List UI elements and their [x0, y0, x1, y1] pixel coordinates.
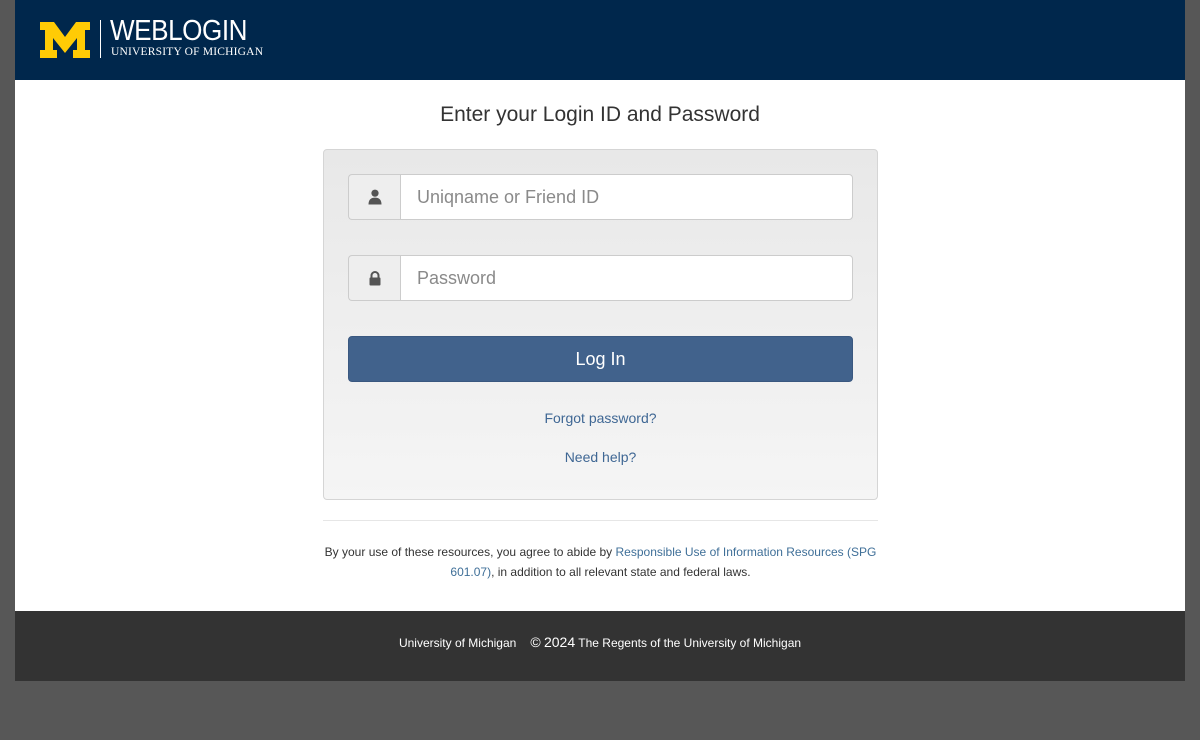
copyright-year: 2024 — [543, 634, 576, 650]
usage-disclaimer: By your use of these resources, you agre… — [323, 542, 878, 582]
copyright-holder: The Regents of the University of Michiga… — [578, 636, 802, 650]
brand-subtitle: UNIVERSITY OF MICHIGAN — [111, 46, 264, 58]
login-button[interactable]: Log In — [348, 336, 853, 382]
footer-institution: University of Michigan — [398, 636, 517, 650]
lock-icon — [369, 270, 380, 285]
password-input-group — [348, 255, 853, 301]
login-page: WEBLOGIN UNIVERSITY OF MICHIGAN Enter yo… — [15, 0, 1185, 681]
divider — [323, 520, 878, 521]
disclaimer-prefix: By your use of these resources, you agre… — [324, 545, 616, 559]
password-addon — [348, 255, 400, 301]
user-icon — [368, 189, 381, 205]
login-form-panel: Log In Forgot password? Need help? — [323, 149, 878, 500]
copyright-symbol: © — [530, 634, 541, 650]
site-header: WEBLOGIN UNIVERSITY OF MICHIGAN — [15, 0, 1185, 80]
logo-divider — [100, 20, 101, 58]
need-help-link[interactable]: Need help? — [324, 449, 877, 465]
site-footer: University of Michigan © 2024 The Regents… — [15, 611, 1185, 681]
page-title: Enter your Login ID and Password — [440, 103, 760, 126]
disclaimer-suffix: , in addition to all relevant state and … — [491, 565, 751, 579]
password-input[interactable] — [400, 255, 853, 301]
username-input[interactable] — [400, 174, 853, 220]
forgot-password-link[interactable]: Forgot password? — [324, 410, 877, 426]
block-m-logo — [40, 22, 90, 58]
username-input-group — [348, 174, 853, 220]
brand-title: WEBLOGIN — [110, 15, 248, 47]
username-addon — [348, 174, 400, 220]
